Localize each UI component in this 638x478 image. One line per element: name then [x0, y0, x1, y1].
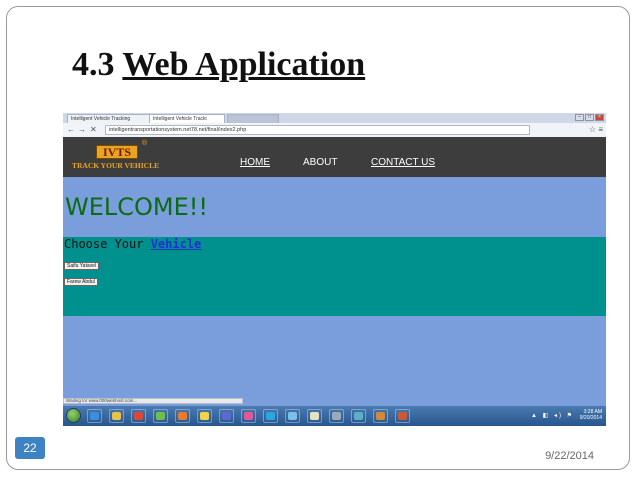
- browser-tab-3[interactable]: [227, 114, 279, 123]
- tray-date: 9/20/2014: [579, 415, 602, 421]
- browser-tab-bar: Intelligent Vehicle Tracking Intelligent…: [63, 113, 606, 123]
- windows-taskbar: ▲ ◧ ◂) ⚑ 3:28 AM 9/20/2014: [63, 406, 606, 426]
- folder-icon-glyph: [112, 412, 121, 420]
- chrome-icon[interactable]: [131, 409, 146, 423]
- back-arrow-icon[interactable]: ←: [67, 125, 75, 135]
- stop-icon[interactable]: ✕: [90, 125, 97, 135]
- calendar-icon-glyph: [310, 412, 319, 420]
- site-logo[interactable]: IVTS ® TRACK YOUR VEHICLE: [72, 140, 182, 173]
- site-header: IVTS ® TRACK YOUR VEHICLE HOME ABOUT CON…: [63, 137, 606, 177]
- vehicle-button-2[interactable]: Farew Abdul: [64, 278, 98, 286]
- folder-icon[interactable]: [109, 409, 124, 423]
- photos-icon-glyph: [156, 412, 165, 420]
- chrome-icon-glyph: [134, 412, 143, 420]
- menu-icon[interactable]: ≡: [598, 125, 603, 134]
- notepad-icon[interactable]: [285, 409, 300, 423]
- toolbar-icons: ☆ ≡: [589, 125, 603, 135]
- vehicle-link[interactable]: Vehicle: [151, 237, 202, 251]
- slide-number: 22: [15, 437, 45, 459]
- firefox-icon[interactable]: [175, 409, 190, 423]
- network-icon-glyph: [354, 412, 363, 420]
- tray-icons[interactable]: ▲ ◧ ◂) ⚑: [531, 412, 574, 419]
- skype-icon[interactable]: [263, 409, 278, 423]
- welcome-heading: WELCOME!!: [65, 193, 209, 221]
- start-orb-icon[interactable]: [66, 408, 81, 423]
- media-icon[interactable]: [219, 409, 234, 423]
- firefox-icon-glyph: [178, 412, 187, 420]
- tools-icon[interactable]: [395, 409, 410, 423]
- window-controls: – □ ×: [575, 114, 604, 121]
- minimize-icon[interactable]: –: [575, 114, 584, 121]
- logo-tagline: TRACK YOUR VEHICLE: [72, 161, 160, 170]
- nav-about-link[interactable]: ABOUT: [303, 157, 337, 168]
- vehicle-section: Choose Your Vehicle Saifu Yatavel Farew …: [63, 237, 606, 316]
- browser-tab-2[interactable]: Intelligent Vehicle Tracki: [149, 114, 225, 123]
- chat-icon[interactable]: [197, 409, 212, 423]
- address-input[interactable]: intelligentransportationsystem.net78.net…: [105, 125, 530, 135]
- photos-icon[interactable]: [153, 409, 168, 423]
- skype-icon-glyph: [266, 412, 275, 420]
- media-icon-glyph: [222, 412, 231, 420]
- choose-vehicle-heading: Choose Your Vehicle: [64, 237, 201, 251]
- archive-icon[interactable]: [373, 409, 388, 423]
- address-toolbar: ← → ✕ intelligentransportationsystem.net…: [63, 123, 606, 138]
- network-icon[interactable]: [351, 409, 366, 423]
- archive-icon-glyph: [376, 412, 385, 420]
- slide-title-number: 4.3: [72, 46, 115, 83]
- ie-icon[interactable]: [87, 409, 102, 423]
- star-icon[interactable]: ☆: [589, 125, 596, 134]
- slide-title: 4.3 Web Application: [72, 46, 365, 84]
- settings-icon-glyph: [332, 412, 341, 420]
- choose-prefix: Choose Your: [64, 237, 151, 251]
- chat-icon-glyph: [200, 412, 209, 420]
- paint-icon[interactable]: [241, 409, 256, 423]
- slide-date: 9/22/2014: [545, 450, 594, 462]
- vehicle-button-1[interactable]: Saifu Yatavel: [64, 262, 100, 270]
- calendar-icon[interactable]: [307, 409, 322, 423]
- nav-contact-link[interactable]: CONTACT US: [371, 157, 435, 168]
- nav-home-link[interactable]: HOME: [240, 157, 270, 168]
- browser-status-bar: Waiting for www.000webhost.com...: [63, 398, 243, 404]
- slide-title-text: Web Application: [122, 46, 366, 83]
- paint-icon-glyph: [244, 412, 253, 420]
- forward-arrow-icon[interactable]: →: [78, 125, 86, 135]
- logo-text: IVTS: [96, 145, 138, 159]
- logo-registered-mark: ®: [142, 140, 148, 147]
- tray-clock[interactable]: 3:28 AM 9/20/2014: [580, 409, 602, 421]
- maximize-icon[interactable]: □: [585, 114, 594, 121]
- welcome-section: WELCOME!!: [63, 177, 606, 237]
- ie-icon-glyph: [90, 412, 99, 420]
- browser-screenshot: Intelligent Vehicle Tracking Intelligent…: [63, 113, 606, 426]
- settings-icon[interactable]: [329, 409, 344, 423]
- notepad-icon-glyph: [288, 412, 297, 420]
- tools-icon-glyph: [398, 412, 407, 420]
- browser-tab-1[interactable]: Intelligent Vehicle Tracking: [67, 114, 151, 123]
- close-icon[interactable]: ×: [595, 114, 604, 121]
